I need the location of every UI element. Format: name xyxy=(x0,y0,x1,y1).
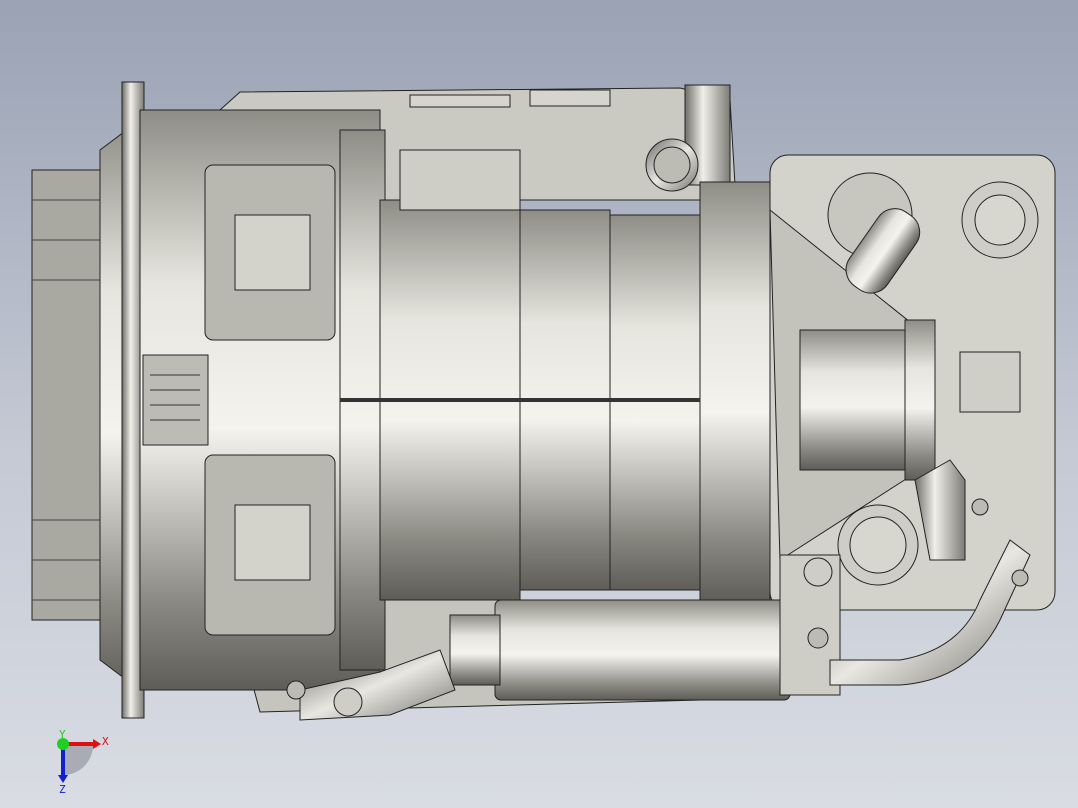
z-axis-label: Z xyxy=(59,783,66,796)
cad-viewport[interactable]: X Y Z xyxy=(0,0,1078,808)
starter-motor xyxy=(494,599,791,701)
gear-housing xyxy=(799,329,921,471)
nameplate xyxy=(142,354,209,446)
intake-fins xyxy=(31,169,103,621)
x-axis-label: X xyxy=(102,735,109,748)
y-axis-label: Y xyxy=(59,728,66,741)
axis-triad: X Y Z xyxy=(57,728,109,796)
triad-shadow xyxy=(63,745,93,775)
turbine-flange xyxy=(699,181,771,603)
